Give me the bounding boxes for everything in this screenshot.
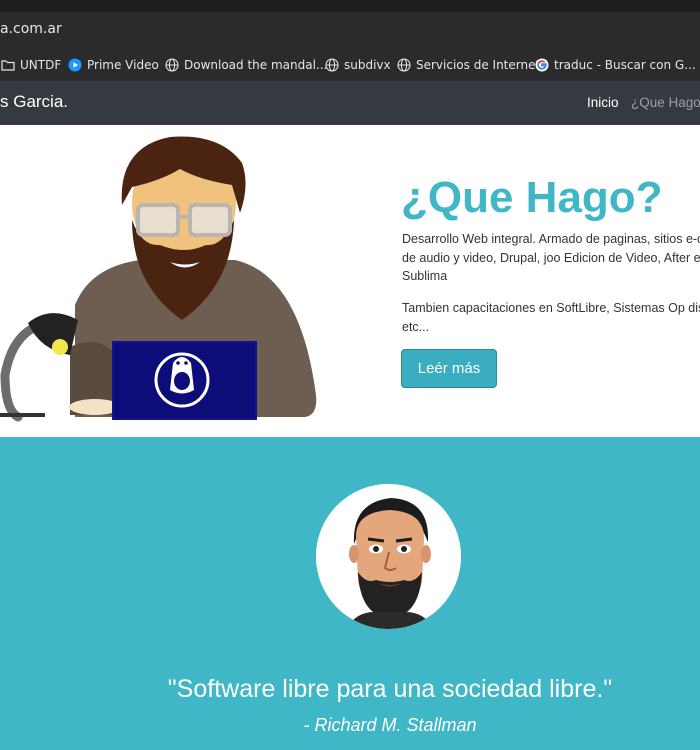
bookmark-untdf[interactable]: UNTDF xyxy=(1,56,61,74)
avatar xyxy=(316,484,461,629)
nav-link-que-hago[interactable]: ¿Que Hago? xyxy=(631,95,700,110)
bookmark-traduc[interactable]: traduc - Buscar con G... xyxy=(535,56,696,74)
bookmark-label: traduc - Buscar con G... xyxy=(554,58,696,72)
portrait-illustration xyxy=(316,484,461,629)
bookmark-subdivx[interactable]: subdivx xyxy=(325,56,391,74)
hero-description-2: Tambien capacitaciones en SoftLibre, Sis… xyxy=(402,301,700,334)
leer-mas-button[interactable]: Leér más xyxy=(401,349,497,388)
quote-text: "Software libre para una sociedad libre.… xyxy=(167,675,613,703)
nav-link-inicio[interactable]: Inicio xyxy=(587,95,619,110)
bookmark-label: UNTDF xyxy=(20,58,62,72)
bookmark-prime-video[interactable]: Prime Video xyxy=(68,56,159,74)
bookmark-label: Prime Video xyxy=(87,58,159,72)
hero-description: Desarrollo Web integral. Armado de pagin… xyxy=(402,232,700,283)
bookmark-label: Servicios de Internet xyxy=(416,58,541,72)
quote-section: "Software libre para una sociedad libre.… xyxy=(0,437,700,750)
folder-icon xyxy=(1,60,15,71)
bookmark-servicios-internet[interactable]: Servicios de Internet xyxy=(397,56,540,74)
url-text[interactable]: a.com.ar xyxy=(0,21,62,37)
bookmark-label: subdivx xyxy=(344,58,391,72)
address-bar[interactable]: a.com.ar xyxy=(0,12,700,49)
hero-section: ¿Que Hago? Desarrollo Web integral. Arma… xyxy=(0,125,700,437)
browser-tabstrip xyxy=(0,0,700,12)
bookmarks-bar: UNTDF Prime Video Download the mandal...… xyxy=(0,48,700,82)
prime-video-icon xyxy=(68,58,82,72)
site-navbar: s Garcia. Inicio ¿Que Hago? xyxy=(0,81,700,125)
developer-illustration xyxy=(0,136,317,422)
bookmark-label: Download the mandal... xyxy=(184,58,328,72)
bookmark-download-mandal[interactable]: Download the mandal... xyxy=(165,56,327,74)
hero-title: ¿Que Hago? xyxy=(401,173,663,222)
site-brand[interactable]: s Garcia. xyxy=(0,92,68,112)
globe-icon xyxy=(325,58,339,72)
quote-author: - Richard M. Stallman xyxy=(303,715,477,735)
google-icon xyxy=(535,58,549,72)
globe-icon xyxy=(397,58,411,72)
globe-icon xyxy=(165,58,179,72)
